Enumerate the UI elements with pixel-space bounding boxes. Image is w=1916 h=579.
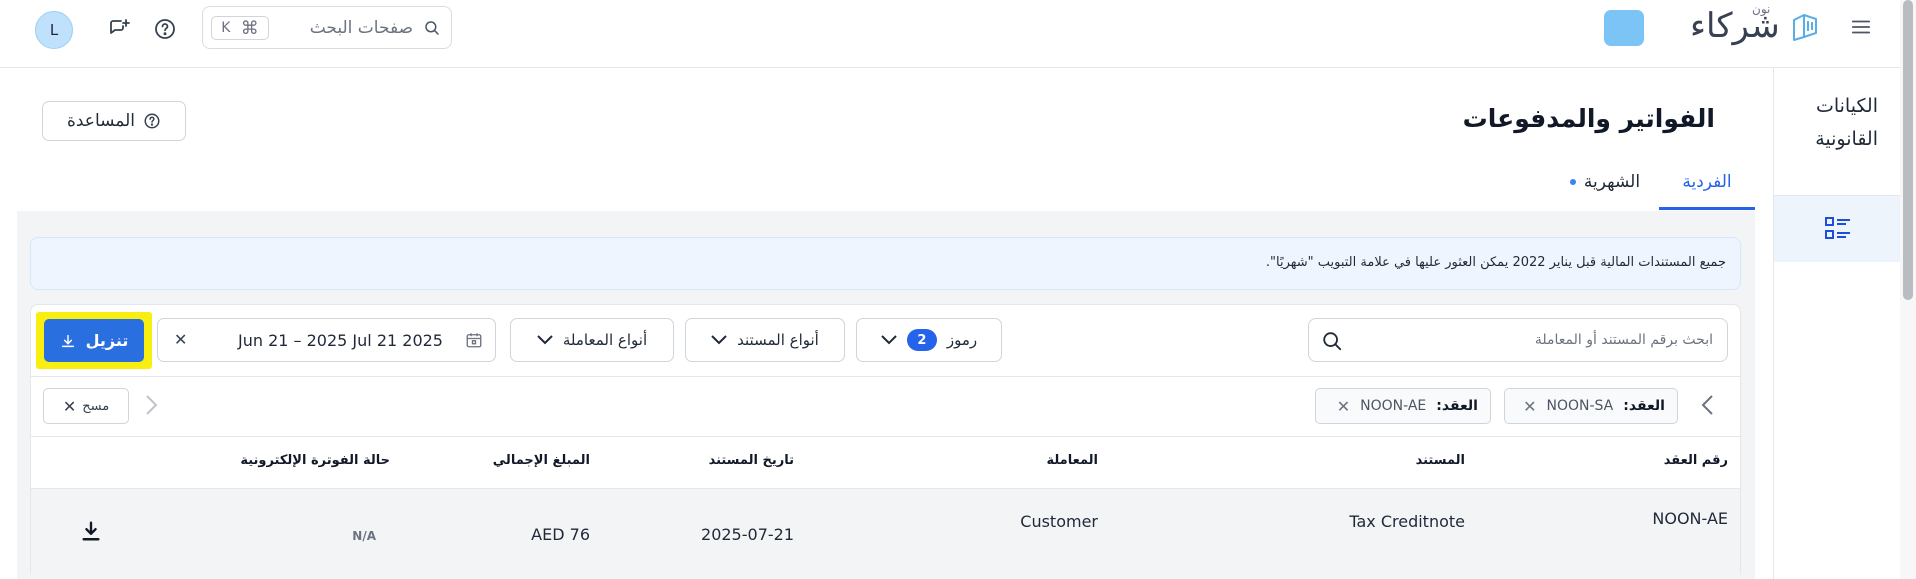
chip-value: NOON-AE	[1360, 398, 1427, 414]
feedback-icon[interactable]	[104, 14, 134, 44]
transaction-types-label: أنواع المعاملة	[562, 331, 648, 349]
menu-icon[interactable]	[1850, 16, 1872, 38]
shortcut-cmd: ⌘	[240, 17, 259, 39]
sidebar-section-label[interactable]: الكيانات القانونية	[1788, 90, 1878, 156]
cell-contract: NOON-AE	[1652, 509, 1728, 528]
chevron-down-icon	[881, 335, 897, 345]
remove-chip-icon[interactable]: ✕	[1337, 397, 1350, 416]
new-indicator-dot	[1569, 179, 1576, 185]
codes-count-badge: 2	[906, 329, 937, 351]
tab-label: الفردية	[1682, 172, 1732, 192]
column-header-document: المستند	[1415, 453, 1465, 468]
column-header-date: تاريخ المستند	[708, 453, 794, 468]
brand-name: شركاء	[1690, 6, 1780, 46]
clear-date-icon[interactable]: ✕	[174, 330, 187, 349]
page-title: الفواتير والمدفوعات	[1462, 104, 1715, 133]
search-shortcut: K ⌘	[211, 16, 269, 40]
tab-monthly[interactable]: الشهرية	[1550, 172, 1660, 210]
date-range-picker[interactable]: ✕ Jun 21 – 2025 Jul 21 2025	[157, 318, 496, 362]
tab-label: الشهرية	[1583, 172, 1641, 192]
filter-chip: العقد: NOON-SA ✕	[1504, 388, 1678, 424]
close-icon: ✕	[62, 396, 77, 416]
chevron-down-icon	[537, 335, 553, 345]
document-types-dropdown[interactable]: أنواع المستند	[685, 318, 845, 362]
table-row[interactable]	[31, 489, 1740, 579]
shortcut-key: K	[221, 20, 231, 36]
brand-color-swatch[interactable]	[1604, 10, 1644, 46]
transaction-types-dropdown[interactable]: أنواع المعاملة	[510, 318, 674, 362]
calendar-icon	[465, 331, 483, 349]
info-notice: جميع المستندات المالية قبل يناير 2022 يم…	[30, 237, 1741, 290]
sidebar-item-invoices[interactable]	[1774, 196, 1901, 262]
chevron-down-icon	[711, 335, 727, 345]
help-circle-icon[interactable]	[150, 14, 180, 44]
list-details-icon	[1824, 216, 1852, 242]
sidebar: الكيانات القانونية	[1773, 68, 1901, 579]
codes-filter-dropdown[interactable]: رموز 2	[856, 318, 1002, 362]
column-header-amount: المبلغ الإجمالي	[492, 453, 590, 468]
filter-chip: العقد: NOON-AE ✕	[1315, 388, 1491, 424]
notice-text: جميع المستندات المالية قبل يناير 2022 يم…	[1265, 255, 1726, 270]
chip-value: NOON-SA	[1546, 398, 1614, 414]
cell-date: 2025-07-21	[701, 525, 794, 544]
download-icon	[60, 333, 76, 349]
help-button-label: المساعدة	[66, 111, 136, 131]
cell-transaction: Customer	[1020, 512, 1098, 531]
document-search-placeholder: ابحث برقم المستند أو المعاملة	[1534, 332, 1713, 348]
chips-divider	[31, 436, 1740, 437]
help-button[interactable]: المساعدة	[42, 101, 186, 141]
date-range-value: Jun 21 – 2025 Jul 21 2025	[238, 331, 443, 350]
avatar-initial: L	[49, 21, 59, 39]
codes-filter-label: رموز	[946, 331, 978, 349]
avatar[interactable]: L	[35, 11, 73, 49]
brand-logo-icon	[1790, 12, 1820, 42]
global-search-placeholder: صفحات البحث	[309, 18, 413, 38]
download-button-label: تنزيل	[85, 331, 129, 350]
top-bar: L K ⌘ صفحات البحث نون شركاء	[0, 0, 1900, 68]
column-header-transaction: المعاملة	[1046, 453, 1098, 468]
cell-amount: AED 76	[531, 525, 590, 544]
document-search-input[interactable]: ابحث برقم المستند أو المعاملة	[1308, 318, 1728, 362]
column-header-contract: رقم العقد	[1663, 453, 1728, 468]
search-icon	[1321, 330, 1343, 352]
cell-document: Tax Creditnote	[1349, 512, 1465, 531]
search-icon	[423, 19, 441, 37]
help-circle-icon	[143, 112, 161, 130]
global-search-input[interactable]: K ⌘ صفحات البحث	[202, 6, 452, 49]
chevron-left-icon[interactable]	[145, 394, 159, 416]
chevron-right-icon[interactable]	[1700, 394, 1714, 416]
scrollbar-thumb[interactable]	[1903, 0, 1913, 300]
row-download-icon[interactable]	[80, 520, 102, 542]
clear-filters-label: مسح	[82, 398, 110, 414]
chip-key: العقد:	[1623, 398, 1665, 414]
download-button[interactable]: تنزيل	[44, 319, 144, 362]
column-header-einvoice-status: حالة الفوترة الإلكترونية	[240, 453, 390, 468]
document-types-label: أنواع المستند	[737, 331, 819, 349]
clear-filters-button[interactable]: مسح ✕	[43, 388, 129, 424]
remove-chip-icon[interactable]: ✕	[1523, 397, 1536, 416]
cell-einvoice-status: N/A	[352, 529, 376, 543]
chip-key: العقد:	[1436, 398, 1478, 414]
filter-divider	[31, 376, 1740, 377]
tab-individual[interactable]: الفردية	[1659, 172, 1755, 210]
